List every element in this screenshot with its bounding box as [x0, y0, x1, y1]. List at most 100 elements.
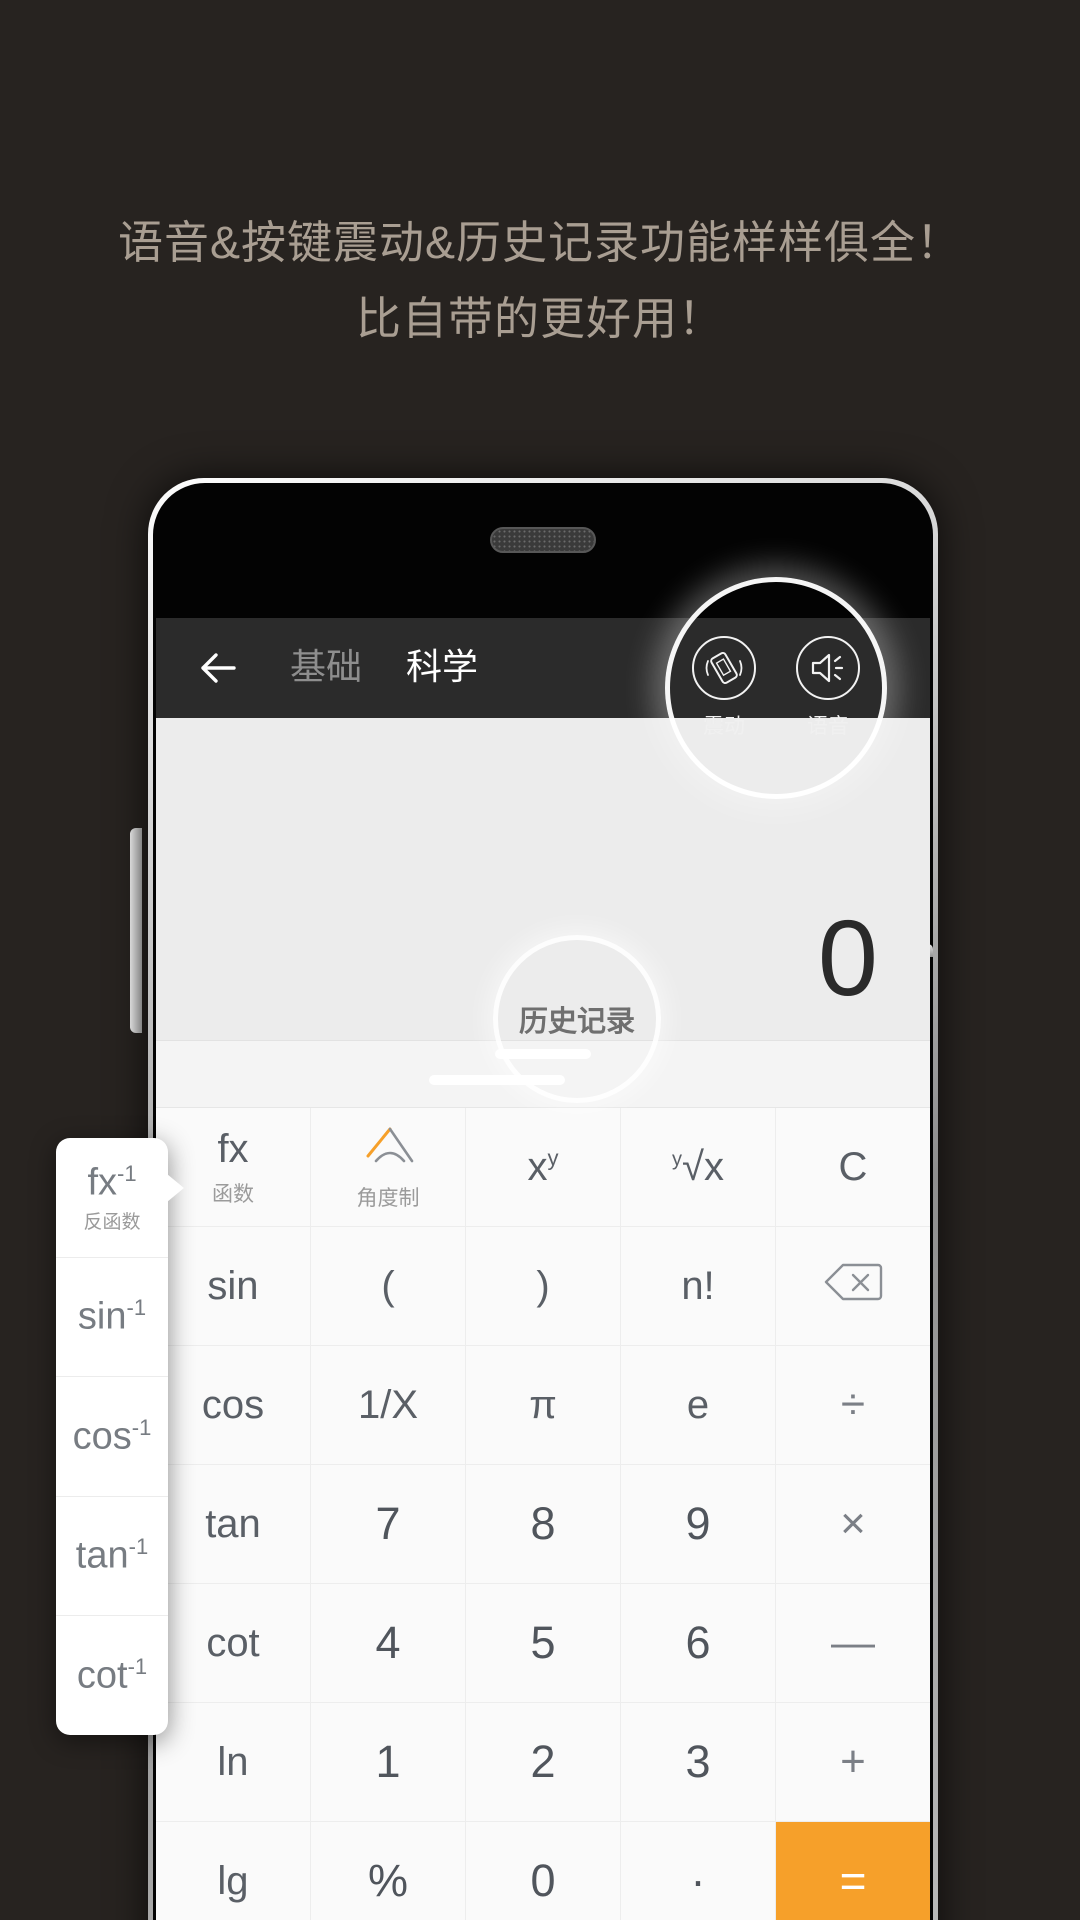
key-ln[interactable]: ln: [156, 1703, 311, 1822]
popup-item-arccos[interactable]: cos-1: [56, 1377, 168, 1497]
popup-item-arctan[interactable]: tan-1: [56, 1497, 168, 1617]
keypad: fx 函数 角度制 xy y√x C sin () n! cos 1/X π …: [156, 1108, 930, 1920]
key-4[interactable]: 4: [311, 1584, 466, 1703]
key-0[interactable]: 0: [466, 1822, 621, 1920]
key-lg-label: lg: [217, 1858, 249, 1903]
popup-sin-sup: -1: [126, 1295, 147, 1321]
key-tan[interactable]: tan: [156, 1465, 311, 1584]
popup-item-arccot[interactable]: cot-1: [56, 1616, 168, 1735]
key-reciprocal-label: 1/X: [357, 1382, 419, 1427]
key-divide[interactable]: ÷: [776, 1346, 930, 1465]
key-paren-close[interactable]: ): [466, 1227, 621, 1346]
key-0-label: 0: [530, 1855, 556, 1906]
key-cos-label: cos: [201, 1382, 265, 1427]
popup-fx-sublabel: 反函数: [83, 1211, 141, 1233]
key-6-label: 6: [685, 1617, 711, 1668]
inverse-function-popup[interactable]: fx-1 反函数 sin-1 cos-1 tan-1 cot-1: [56, 1138, 184, 1735]
key-fx-label: fx: [217, 1126, 249, 1171]
key-fx[interactable]: fx 函数: [156, 1108, 311, 1227]
keypad-row: ln 1 2 3 +: [156, 1703, 930, 1822]
key-clear[interactable]: C: [776, 1108, 930, 1227]
key-factorial[interactable]: n!: [621, 1227, 776, 1346]
keypad-row: fx 函数 角度制 xy y√x C: [156, 1108, 930, 1227]
key-multiply[interactable]: ×: [776, 1465, 930, 1584]
key-equals[interactable]: =: [776, 1822, 930, 1920]
key-3[interactable]: 3: [621, 1703, 776, 1822]
key-nth-root[interactable]: y√x: [621, 1108, 776, 1227]
tab-scientific[interactable]: 科学: [406, 649, 478, 687]
key-angle-sublabel: 角度制: [356, 1186, 420, 1210]
back-arrow-icon[interactable]: [192, 642, 244, 694]
key-e-label: e: [686, 1382, 710, 1427]
earpiece-speaker-icon: [490, 527, 596, 553]
key-clear-label: C: [838, 1144, 868, 1189]
key-multiply-label: ×: [840, 1499, 866, 1548]
popup-tan-label: tan: [75, 1534, 129, 1577]
keypad-row: cos 1/X π e ÷: [156, 1346, 930, 1465]
key-percent[interactable]: %: [311, 1822, 466, 1920]
volume-button[interactable]: [130, 828, 142, 1033]
backspace-icon: [823, 1261, 883, 1312]
key-reciprocal[interactable]: 1/X: [311, 1346, 466, 1465]
key-cot-label: cot: [206, 1620, 260, 1665]
key-e[interactable]: e: [621, 1346, 776, 1465]
key-root-radicand: √x: [682, 1144, 724, 1189]
key-cot[interactable]: cot: [156, 1584, 311, 1703]
popup-tan-sup: -1: [128, 1534, 149, 1560]
key-plus[interactable]: +: [776, 1703, 930, 1822]
key-power-exponent: y: [547, 1145, 559, 1171]
key-8[interactable]: 8: [466, 1465, 621, 1584]
key-angle-mode[interactable]: 角度制: [311, 1108, 466, 1227]
key-equals-label: =: [839, 1855, 867, 1907]
key-divide-label: ÷: [840, 1380, 866, 1429]
key-3-label: 3: [685, 1736, 711, 1787]
key-tan-label: tan: [205, 1501, 261, 1546]
key-9-label: 9: [685, 1498, 711, 1549]
key-lg[interactable]: lg: [156, 1822, 311, 1920]
promo-headline-line1: 语音&按键震动&历史记录功能样样俱全！: [117, 217, 963, 268]
key-2[interactable]: 2: [466, 1703, 621, 1822]
promo-screenshot: 语音&按键震动&历史记录功能样样俱全！ 比自带的更好用！ 基础 科学 0 fx …: [0, 0, 1080, 1920]
promo-headline-line2: 比自带的更好用！: [355, 293, 724, 344]
key-5[interactable]: 5: [466, 1584, 621, 1703]
key-percent-label: %: [367, 1855, 408, 1906]
popup-cos-label: cos: [72, 1415, 132, 1458]
key-1[interactable]: 1: [311, 1703, 466, 1822]
key-decimal-label: ·: [690, 1855, 706, 1906]
key-sin-label: sin: [207, 1263, 259, 1308]
key-decimal[interactable]: ·: [621, 1822, 776, 1920]
popup-cot-sup: -1: [127, 1653, 148, 1679]
key-cos[interactable]: cos: [156, 1346, 311, 1465]
key-7[interactable]: 7: [311, 1465, 466, 1584]
popup-item-arcsin[interactable]: sin-1: [56, 1258, 168, 1378]
key-minus[interactable]: —: [776, 1584, 930, 1703]
popup-cot-label: cot: [76, 1654, 128, 1697]
key-paren-open-label: (: [381, 1263, 395, 1308]
keypad-row: sin ( ) n!: [156, 1227, 930, 1346]
key-power[interactable]: xy: [466, 1108, 621, 1227]
key-backspace[interactable]: [776, 1227, 930, 1346]
app-screen: 基础 科学 0 fx 函数 角度制 xy y√x C sin () n! co…: [156, 618, 930, 1920]
key-6[interactable]: 6: [621, 1584, 776, 1703]
key-1-label: 1: [375, 1736, 401, 1787]
key-paren-open[interactable]: (: [311, 1227, 466, 1346]
key-factorial-label: n!: [681, 1263, 715, 1308]
key-pi[interactable]: π: [466, 1346, 621, 1465]
result-value: 0: [817, 897, 878, 1018]
popup-sin-label: sin: [77, 1295, 127, 1338]
key-paren-close-label: ): [536, 1263, 550, 1308]
key-root-index: y: [672, 1148, 683, 1171]
key-7-label: 7: [375, 1498, 401, 1549]
history-callout-label: 历史记录: [518, 1006, 635, 1038]
key-9[interactable]: 9: [621, 1465, 776, 1584]
popup-cos-sup: -1: [131, 1414, 152, 1440]
popup-fx-sup: -1: [117, 1160, 137, 1186]
popup-item-fx-inverse[interactable]: fx-1 反函数: [56, 1138, 168, 1258]
app-bar: 基础 科学: [156, 618, 930, 718]
tab-basic[interactable]: 基础: [290, 649, 362, 687]
keypad-row: lg % 0 · =: [156, 1822, 930, 1920]
key-sin[interactable]: sin: [156, 1227, 311, 1346]
history-callout[interactable]: 历史记录: [493, 935, 661, 1103]
key-power-base: x: [527, 1144, 548, 1189]
keypad-row: tan 7 8 9 ×: [156, 1465, 930, 1584]
